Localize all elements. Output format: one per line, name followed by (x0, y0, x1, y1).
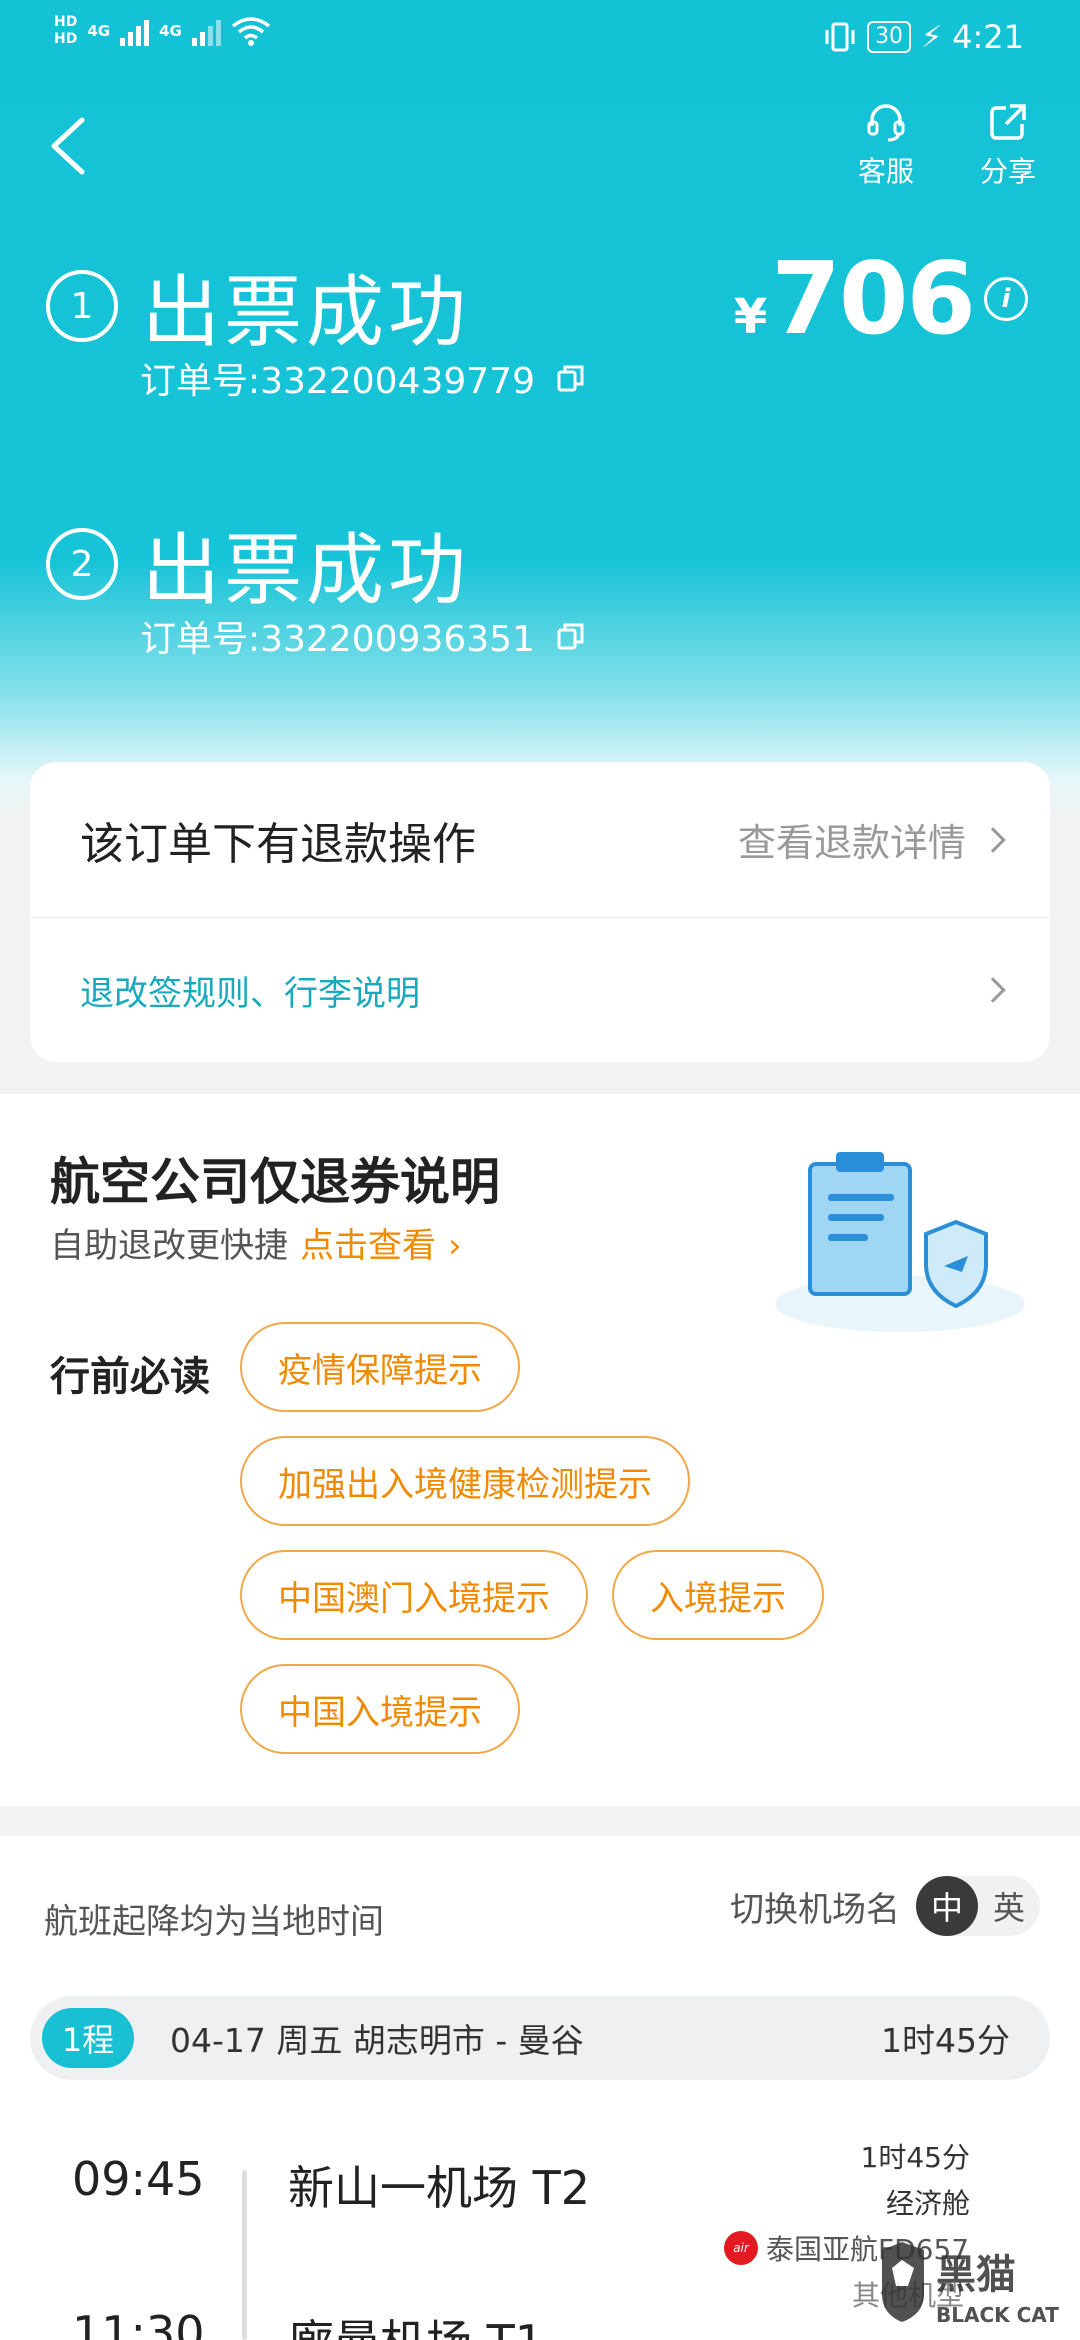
ticket-status-1: 1 出票成功 (46, 250, 470, 362)
rules-link[interactable]: 退改签规则、行李说明 (80, 966, 420, 1015)
notice-section: 航空公司仅退券说明 自助退改更快捷 点击查看 › 行前必读 疫情保障提示 加强出入境… (0, 1094, 1080, 1806)
arrive-time: 11:30 (72, 2306, 205, 2340)
customer-service-button[interactable]: 客服 (846, 100, 926, 190)
refund-detail-link[interactable]: 查看退款详情 (738, 812, 1006, 867)
signal-icon (120, 16, 150, 46)
customer-service-label: 客服 (857, 155, 914, 188)
segment-info: 04-17 周五 胡志明市 - 曼谷 (170, 2021, 584, 2060)
refund-title: 该订单下有退款操作 (80, 818, 476, 870)
segment-badge: 1程 (42, 2008, 134, 2068)
ticket-status-title-1: 出票成功 (142, 268, 471, 358)
arrive-airport: 廊曼机场 T1 (288, 2306, 544, 2340)
order-number-text-2: 订单号:332200936351 (140, 619, 535, 660)
tag-epidemic[interactable]: 疫情保障提示 (240, 1322, 520, 1412)
ticket-status-2: 2 出票成功 (46, 508, 470, 620)
ticket-status-title-2: 出票成功 (142, 526, 471, 616)
tag-china-entry[interactable]: 中国入境提示 (240, 1664, 520, 1754)
charging-icon: ⚡ (921, 19, 943, 55)
hd-indicator: HD HD (54, 14, 78, 47)
copy-icon[interactable] (555, 362, 587, 394)
chevron-right-icon (980, 826, 1006, 853)
svg-text:BLACK CAT: BLACK CAT (936, 2303, 1059, 2327)
refund-detail-row[interactable]: 该订单下有退款操作 查看退款详情 (30, 762, 1050, 918)
local-time-hint: 航班起降均为当地时间 (44, 1902, 384, 1942)
must-read-label: 行前必读 (50, 1354, 210, 1400)
document-shield-illustration (775, 1152, 1025, 1332)
notice-subtitle: 自助退改更快捷 点击查看 › (50, 1226, 462, 1266)
lang-zh-option[interactable]: 中 (916, 1876, 978, 1936)
notice-title: 航空公司仅退券说明 (50, 1153, 500, 1211)
airasia-logo-icon: air (724, 2231, 758, 2265)
share-button[interactable]: 分享 (968, 100, 1048, 190)
status-bar: HD HD 4G 4G 30 ⚡ 4:21 (0, 0, 1080, 72)
tag-health-check[interactable]: 加强出入境健康检测提示 (240, 1436, 690, 1526)
info-icon[interactable]: i (984, 276, 1028, 321)
vibrate-icon (825, 22, 855, 52)
language-toggle[interactable]: 中 英 (916, 1876, 1040, 1936)
depart-time: 09:45 (72, 2152, 205, 2206)
airport-name-switch: 切换机场名 中 英 (730, 1876, 1040, 1936)
total-price[interactable]: ¥ 706 i (734, 240, 1028, 357)
clock: 4:21 (952, 18, 1024, 56)
view-link[interactable]: 点击查看 (300, 1226, 436, 1266)
headset-icon (867, 104, 905, 142)
tag-entry[interactable]: 入境提示 (612, 1550, 824, 1640)
battery-icon: 30 (867, 21, 912, 53)
chevron-right-icon (980, 977, 1006, 1003)
order-number-2: 订单号:332200936351 (140, 610, 587, 662)
copy-icon[interactable] (555, 620, 587, 652)
route-line (242, 2170, 247, 2340)
tag-macau-entry[interactable]: 中国澳门入境提示 (240, 1550, 588, 1640)
flight-section: 航班起降均为当地时间 切换机场名 中 英 1程 04-17 周五 胡志明市 - … (0, 1836, 1080, 2340)
flight-duration: 1时45分 (860, 2141, 970, 2174)
network-type-1: 4G (87, 22, 111, 40)
network-type-2: 4G (159, 22, 182, 40)
depart-airport: 新山一机场 T2 (288, 2161, 590, 2215)
back-icon[interactable] (44, 116, 94, 176)
price-currency: ¥ (733, 289, 768, 345)
chevron-right-icon: › (448, 1226, 462, 1266)
refund-card: 该订单下有退款操作 查看退款详情 退改签规则、行李说明 (30, 762, 1050, 1062)
ticket-index-2: 2 (46, 528, 118, 600)
share-icon (990, 104, 1026, 140)
switch-label: 切换机场名 (730, 1889, 900, 1930)
share-label: 分享 (979, 155, 1036, 188)
cabin-class: 经济舱 (885, 2187, 970, 2220)
price-amount: 706 (771, 240, 976, 357)
rules-row[interactable]: 退改签规则、行李说明 (30, 918, 1050, 1062)
order-number-1: 订单号:332200439779 (140, 352, 587, 404)
black-cat-watermark: 黑猫 BLACK CAT (882, 2242, 1059, 2327)
wifi-icon (231, 17, 270, 46)
segment-duration: 1时45分 (881, 2021, 1010, 2060)
signal-icon-2 (191, 16, 221, 46)
must-read-tags: 疫情保障提示 加强出入境健康检测提示 中国澳门入境提示 入境提示 中国入境提示 (240, 1322, 1040, 1778)
svg-text:黑猫: 黑猫 (936, 2252, 1016, 2298)
segment-bar: 1程 04-17 周五 胡志明市 - 曼谷 1时45分 (30, 1996, 1050, 2080)
order-number-text-1: 订单号:332200439779 (140, 361, 535, 402)
lang-en-option[interactable]: 英 (978, 1876, 1040, 1936)
ticket-index-1: 1 (46, 270, 118, 342)
